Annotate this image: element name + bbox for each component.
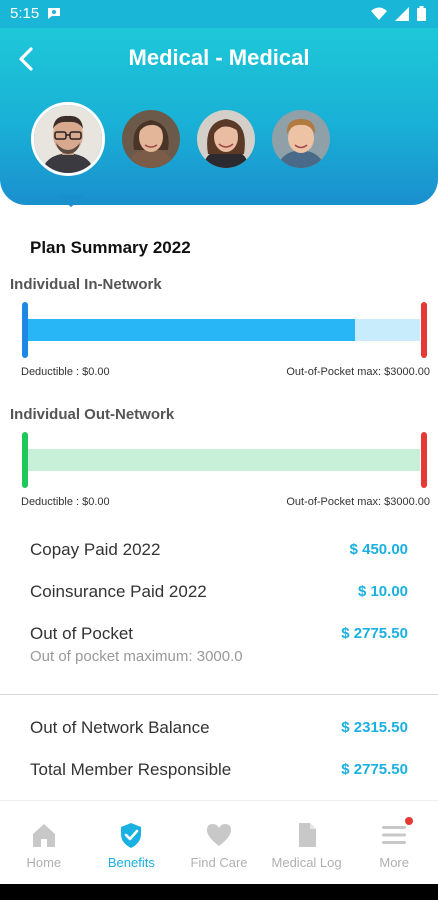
in-network-progress-fill [26, 319, 355, 341]
out-network-progress-bar [26, 449, 420, 471]
nav-more-label: More [379, 855, 409, 870]
out-network-deductible: Deductible : $0.00 [21, 496, 110, 508]
member-avatar-4[interactable] [272, 110, 330, 168]
out-network-progress-fill [26, 449, 420, 471]
out-of-network-balance-label: Out of Network Balance [30, 718, 210, 737]
nav-find-care[interactable]: Find Care [175, 801, 263, 884]
battery-icon [417, 6, 426, 21]
in-network-label: Individual In-Network [10, 276, 162, 293]
avatar-adult-female-icon [197, 110, 255, 168]
section-divider [0, 694, 438, 695]
status-indicators [371, 6, 426, 21]
notification-badge [404, 817, 413, 825]
status-time: 5:15 [10, 5, 40, 22]
avatar-adult-female-icon [122, 110, 180, 168]
out-network-label: Individual Out-Network [10, 406, 175, 423]
nav-more[interactable]: More [350, 801, 438, 884]
nav-benefits-label: Benefits [107, 855, 155, 870]
member-avatar-3[interactable] [197, 110, 255, 168]
status-bar: 5:15 [0, 0, 438, 28]
out-network-start-marker [22, 432, 28, 488]
page-title: Medical - Medical [128, 45, 310, 70]
home-icon [32, 824, 55, 847]
menu-icon [382, 826, 407, 844]
nav-benefits[interactable]: Benefits [88, 801, 176, 884]
member-avatar-2[interactable] [122, 110, 180, 168]
bottom-navigation: Home Benefits Find Care Medical Log More [0, 800, 438, 884]
out-of-pocket-value: $ 2775.50 [341, 625, 408, 642]
avatar-child-male-icon [272, 110, 330, 168]
coinsurance-value: $ 10.00 [357, 583, 408, 600]
nav-medical-log-label: Medical Log [271, 855, 342, 870]
out-of-pocket-label: Out of Pocket [30, 624, 133, 643]
coinsurance-label: Coinsurance Paid 2022 [30, 582, 207, 601]
total-member-responsible-label: Total Member Responsible [30, 760, 232, 779]
in-network-end-marker [421, 302, 427, 358]
out-of-network-balance-value: $ 2315.50 [341, 719, 408, 736]
system-navigation-bar [0, 884, 438, 900]
signal-icon [395, 6, 409, 21]
selected-member-pointer [57, 195, 85, 207]
notification-icon [48, 8, 60, 19]
plan-summary-title: Plan Summary 2022 [30, 238, 191, 257]
member-avatar-1[interactable] [31, 102, 105, 176]
in-network-progress-bar [26, 319, 420, 341]
wifi-icon [371, 7, 387, 20]
heart-icon [206, 824, 231, 846]
in-network-start-marker [22, 302, 28, 358]
nav-medical-log[interactable]: Medical Log [263, 801, 351, 884]
document-icon [298, 823, 316, 847]
nav-home[interactable]: Home [0, 801, 88, 884]
in-network-oop-max: Out-of-Pocket max: $3000.00 [286, 366, 430, 378]
total-member-responsible-value: $ 2775.50 [341, 761, 408, 778]
out-network-end-marker [421, 432, 427, 488]
shield-check-icon [121, 823, 142, 848]
avatar-adult-male-icon [34, 105, 102, 173]
out-network-oop-max: Out-of-Pocket max: $3000.00 [286, 496, 430, 508]
out-of-pocket-max: Out of pocket maximum: 3000.0 [30, 648, 243, 665]
copay-label: Copay Paid 2022 [30, 540, 161, 559]
copay-value: $ 450.00 [349, 541, 408, 558]
in-network-deductible: Deductible : $0.00 [21, 366, 110, 378]
nav-find-care-label: Find Care [190, 855, 248, 870]
nav-home-label: Home [26, 855, 62, 870]
